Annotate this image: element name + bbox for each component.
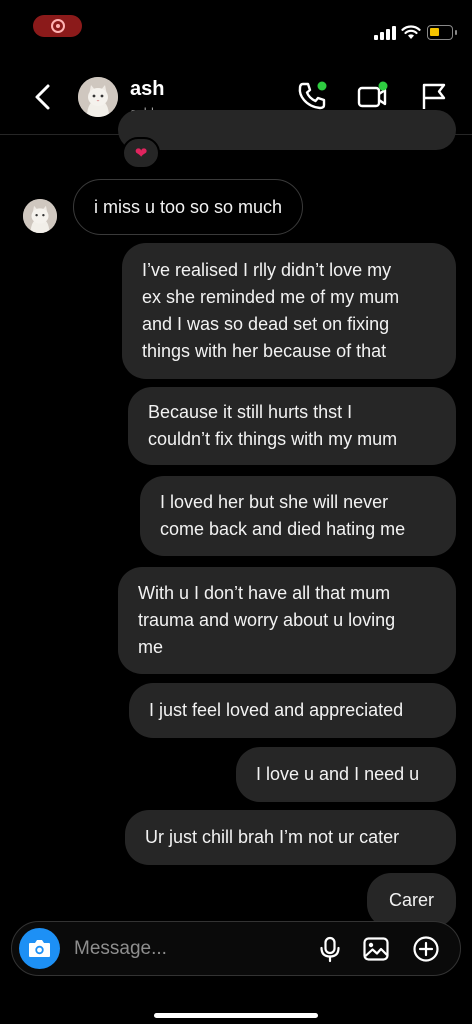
outgoing-message[interactable]: With u I don’t have all that mum trauma … [118,567,456,674]
record-icon [51,19,65,33]
contact-name[interactable]: ash [130,78,164,101]
message-line: I just feel loved and appreciated [149,700,404,720]
cellular-signal-icon [374,26,396,40]
status-bar [0,0,472,60]
chevron-left-icon[interactable] [30,82,56,112]
message-line: I’ve realised I rlly didn’t love my [142,260,392,280]
home-indicator[interactable] [154,1013,318,1018]
phone-icon[interactable] [296,80,328,112]
previous-message-bubble[interactable] [118,110,456,150]
outgoing-message[interactable]: Because it still hurts thst I couldn’t f… [128,387,456,465]
message-line: I love u and I need u [256,764,420,784]
cat-avatar-icon [78,77,118,117]
flag-icon[interactable] [418,80,450,112]
camera-button[interactable] [19,928,60,969]
message-line: trauma and worry about u loving [138,610,396,630]
message-input[interactable]: Message... [74,938,167,960]
microphone-icon[interactable] [316,935,344,963]
message-line: couldn’t fix things with my mum [148,429,398,449]
message-line: ex she reminded me of my mum [142,287,400,307]
avatar[interactable] [78,77,118,117]
outgoing-message[interactable]: Ur just chill brah I’m not ur cater [125,810,456,865]
outgoing-message[interactable]: I’ve realised I rlly didn’t love my ex s… [122,243,456,379]
wifi-icon [401,25,421,39]
message-composer: Message... [11,921,461,976]
plus-circle-icon[interactable] [412,935,440,963]
camera-icon [29,940,50,957]
message-line: Because it still hurts thst I [148,402,353,422]
cat-avatar-icon [23,199,57,233]
outgoing-message[interactable]: I loved her but she will never come back… [140,476,456,556]
message-line: and I was so dead set on fixing [142,314,390,334]
message-line: I loved her but she will never [160,492,389,512]
video-icon[interactable] [356,80,388,112]
incoming-message[interactable]: i miss u too so so much [73,179,304,235]
image-icon[interactable] [362,935,390,963]
battery-icon [427,25,457,40]
message-line: me [138,637,164,657]
message-line: Ur just chill brah I’m not ur cater [145,827,400,847]
message-line: things with her because of that [142,341,387,361]
message-line: come back and died hating me [160,519,406,539]
message-line: With u I don’t have all that mum [138,583,391,603]
sender-avatar[interactable] [23,199,57,233]
outgoing-message[interactable]: I just feel loved and appreciated [129,683,456,738]
outgoing-message[interactable]: Carer [367,873,456,928]
outgoing-message[interactable]: I love u and I need u [236,747,456,802]
online-dot [317,81,327,91]
message-line: Carer [388,890,434,910]
heart-reaction[interactable]: ❤ [122,137,160,169]
screen-recording-indicator[interactable] [33,15,82,37]
